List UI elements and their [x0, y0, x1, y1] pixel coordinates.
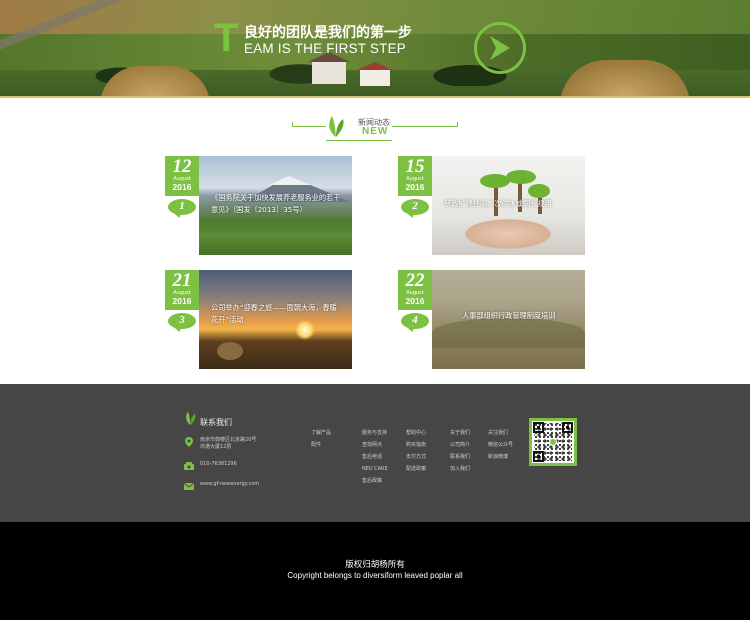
news-day: 15 — [405, 156, 425, 177]
copyright-en: Copyright belongs to diversiform leaved … — [287, 571, 463, 580]
footer-link[interactable]: 联系我们 — [450, 451, 470, 463]
footer-link[interactable]: 关于我们 — [450, 427, 470, 439]
footer-link[interactable]: 帮助中心 — [406, 427, 426, 439]
news-date: 21 August 2016 — [165, 270, 199, 310]
news-caption[interactable]: 公司举办“迎春之旅——面朝大海，春暖花开”活动 — [211, 302, 342, 326]
news-year: 2016 — [405, 182, 425, 192]
footer-column-4: 关于我们 公司简介 联系我们 加入我们 — [450, 427, 470, 475]
hero-title-initial: T — [214, 16, 239, 60]
hero-title-en: EAM IS THE FIRST STEP — [244, 41, 406, 56]
news-number-badge: 3 — [168, 313, 196, 329]
address-line-2: 鸿港大厦12层 — [200, 444, 232, 450]
news-item-2[interactable]: 新政扩建住宅二次供水或同步规用 15 August 2016 2 — [398, 156, 585, 255]
footer-column-3: 帮助中心 购买指南 支付方式 配送政策 — [406, 427, 426, 475]
hero-next-button[interactable] — [474, 22, 526, 74]
footer-link[interactable]: 服务与支持 — [362, 427, 388, 439]
page: T 良好的团队是我们的第一步 EAM IS THE FIRST STEP 新闻动… — [0, 0, 750, 620]
news-number: 2 — [412, 200, 418, 212]
footer-link[interactable]: 售后电话 — [362, 451, 388, 463]
news-date: 22 August 2016 — [398, 270, 432, 310]
news-day: 12 — [172, 156, 192, 177]
hero-banner: T 良好的团队是我们的第一步 EAM IS THE FIRST STEP — [0, 0, 750, 98]
news-image[interactable]: 新政扩建住宅二次供水或同步规用 — [432, 156, 585, 255]
footer-link[interactable]: 了解产品 — [311, 427, 331, 439]
news-number: 1 — [179, 200, 185, 212]
news-item-4[interactable]: 人事部组织行政管理制度培训 22 August 2016 4 — [398, 270, 585, 369]
leaf-icon — [186, 411, 196, 426]
news-year: 2016 — [405, 296, 425, 306]
website-link[interactable]: www.gf-newenergy.com — [200, 481, 259, 488]
news-number-badge: 4 — [401, 313, 429, 329]
mail-icon — [184, 482, 194, 490]
copyright-bar: 版权归胡杨所有 Copyright belongs to diversiform… — [0, 522, 750, 620]
hero-title-cn: 良好的团队是我们的第一步 — [244, 25, 412, 41]
address-line-1: 南京市鼓楼区北京路20号 — [200, 437, 257, 443]
footer-link[interactable]: 购买指南 — [406, 439, 426, 451]
news-number-badge: 2 — [401, 199, 429, 215]
footer-link[interactable]: 配件 — [311, 439, 331, 451]
news-year: 2016 — [172, 182, 192, 192]
news-item-3[interactable]: 公司举办“迎春之旅——面朝大海，春暖花开”活动 21 August 2016 3 — [165, 270, 352, 369]
footer-link[interactable]: 支付方式 — [406, 451, 426, 463]
news-number-badge: 1 — [168, 199, 196, 215]
location-pin-icon — [185, 437, 193, 447]
news-day: 21 — [172, 270, 192, 291]
news-caption[interactable]: 人事部组织行政管理制度培训 — [462, 310, 575, 322]
qr-code — [529, 418, 577, 466]
news-section-title: 新闻动态 NEW — [292, 112, 458, 142]
footer-link[interactable]: 配送政策 — [406, 463, 426, 475]
news-item-1[interactable]: 《国务院关于加快发展养老服务业的若干意见》（国发〔2013〕35号） 12 Au… — [165, 156, 352, 255]
footer-link[interactable]: 查找网点 — [362, 439, 388, 451]
footer-link[interactable]: 售后政策 — [362, 475, 388, 487]
footer-column-2: 服务与支持 查找网点 售后电话 NEU CARE 售后政策 — [362, 427, 388, 487]
news-number: 4 — [412, 314, 418, 326]
footer-link[interactable]: 加入我们 — [450, 463, 470, 475]
phone-number: 010-76381296 — [200, 461, 237, 467]
wechat-logo-icon — [549, 438, 557, 446]
news-image[interactable]: 公司举办“迎春之旅——面朝大海，春暖花开”活动 — [199, 270, 352, 369]
footer-column-1: 了解产品 配件 — [311, 427, 331, 451]
news-date: 15 August 2016 — [398, 156, 432, 196]
news-number: 3 — [179, 314, 185, 326]
copyright-cn: 版权归胡杨所有 — [345, 560, 405, 570]
phone-icon — [184, 462, 194, 470]
footer-link[interactable]: 关注我们 — [488, 427, 513, 439]
news-image[interactable]: 《国务院关于加快发展养老服务业的若干意见》（国发〔2013〕35号） — [199, 156, 352, 255]
contact-title: 联系我们 — [200, 418, 232, 427]
news-caption[interactable]: 《国务院关于加快发展养老服务业的若干意见》（国发〔2013〕35号） — [211, 192, 342, 216]
footer-link[interactable]: 微信公众号 — [488, 439, 513, 451]
news-day: 22 — [405, 270, 425, 291]
arrow-right-icon — [490, 36, 510, 60]
footer-column-5: 关注我们 微信公众号 新浪微博 — [488, 427, 513, 463]
footer-link[interactable]: NEU CARE — [362, 463, 388, 475]
news-image[interactable]: 人事部组织行政管理制度培训 — [432, 270, 585, 369]
footer-link[interactable]: 公司简介 — [450, 439, 470, 451]
news-title-en: NEW — [362, 126, 389, 137]
news-caption[interactable]: 新政扩建住宅二次供水或同步规用 — [444, 198, 575, 210]
news-date: 12 August 2016 — [165, 156, 199, 196]
leaf-icon — [329, 116, 344, 137]
news-year: 2016 — [172, 296, 192, 306]
footer-link[interactable]: 新浪微博 — [488, 451, 513, 463]
